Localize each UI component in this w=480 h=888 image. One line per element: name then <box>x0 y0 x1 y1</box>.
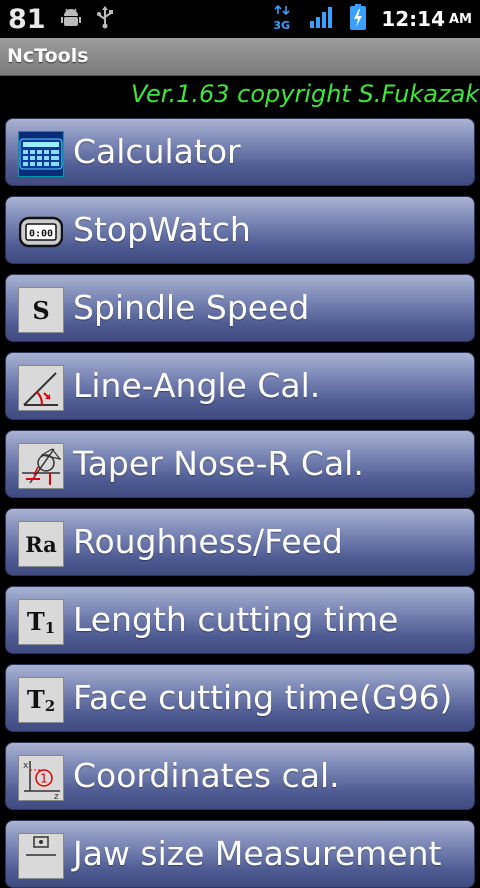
menu-item-spindle-speed[interactable]: S Spindle Speed <box>5 274 475 342</box>
version-text: Ver.1.63 copyright S.Fukazaki <box>131 80 480 108</box>
menu-item-label: Spindle Speed <box>73 288 310 327</box>
menu-item-label: Calculator <box>73 132 241 171</box>
menu-item-face-cutting-time[interactable]: T2 Face cutting time(G96) <box>5 664 475 732</box>
length-cutting-time-icon: T1 <box>18 599 64 645</box>
face-cutting-time-icon-text: T2 <box>27 685 55 715</box>
menu-item-label: Roughness/Feed <box>73 522 343 561</box>
roughness-icon: Ra <box>18 521 64 567</box>
stopwatch-icon-text: 0:00 <box>29 229 53 240</box>
menu-item-length-cutting-time[interactable]: T1 Length cutting time <box>5 586 475 654</box>
taper-nose-r-icon <box>18 443 64 489</box>
battery-charging-icon <box>349 3 367 35</box>
menu-item-label: Coordinates cal. <box>73 756 340 795</box>
spindle-speed-icon-text: S <box>32 295 50 325</box>
face-cutting-time-icon: T2 <box>18 677 64 723</box>
length-cutting-time-icon-text: T1 <box>27 607 55 637</box>
app-title: NcTools <box>7 45 89 67</box>
menu-item-label: Taper Nose-R Cal. <box>73 444 364 483</box>
signal-strength-icon <box>309 5 335 33</box>
menu-item-roughness-feed[interactable]: Ra Roughness/Feed <box>5 508 475 576</box>
title-bar: NcTools <box>0 38 480 76</box>
length-cutting-time-icon-letter: T <box>26 607 45 636</box>
clock-ampm: AM <box>449 11 472 27</box>
spindle-speed-icon: S <box>18 287 64 333</box>
menu-item-label: Face cutting time(G96) <box>73 678 453 717</box>
length-cutting-time-icon-subscript: 1 <box>44 619 56 637</box>
roughness-icon-text: Ra <box>25 531 57 557</box>
notification-count: 81 <box>8 3 46 35</box>
svg-text:x: x <box>23 761 29 771</box>
menu-item-label: Line-Angle Cal. <box>73 366 321 405</box>
network-3g-icon: 3G <box>273 4 295 34</box>
calculator-icon <box>18 131 64 177</box>
menu-item-taper-nose-r[interactable]: Taper Nose-R Cal. <box>5 430 475 498</box>
menu-item-jaw-size[interactable]: Jaw size Measurement <box>5 820 475 888</box>
status-bar: 81 3G 12:14 AM <box>0 0 480 38</box>
status-bar-right: 3G 12:14 AM <box>273 2 472 36</box>
menu-item-stopwatch[interactable]: 0:00 StopWatch <box>5 196 475 264</box>
svg-text:z: z <box>54 792 59 799</box>
clock-time: 12:14 <box>381 7 445 31</box>
face-cutting-time-icon-subscript: 2 <box>44 697 56 715</box>
menu-item-label: StopWatch <box>73 210 251 249</box>
coordinates-icon: x z 1 <box>18 755 64 801</box>
menu-item-line-angle[interactable]: Line-Angle Cal. <box>5 352 475 420</box>
menu-item-label: Length cutting time <box>73 600 399 639</box>
menu-item-coordinates[interactable]: x z 1 Coordinates cal. <box>5 742 475 810</box>
stopwatch-icon: 0:00 <box>18 209 64 255</box>
line-angle-icon <box>18 365 64 411</box>
jaw-size-icon <box>18 833 64 879</box>
usb-icon <box>96 5 114 33</box>
face-cutting-time-icon-letter: T <box>26 685 45 714</box>
svg-text:1: 1 <box>40 772 48 786</box>
status-bar-left: 81 <box>8 2 114 36</box>
version-banner: Ver.1.63 copyright S.Fukazaki <box>0 76 480 116</box>
network-type-label: 3G <box>273 19 291 32</box>
menu-item-calculator[interactable]: Calculator <box>5 118 475 186</box>
android-debug-icon <box>60 6 82 32</box>
